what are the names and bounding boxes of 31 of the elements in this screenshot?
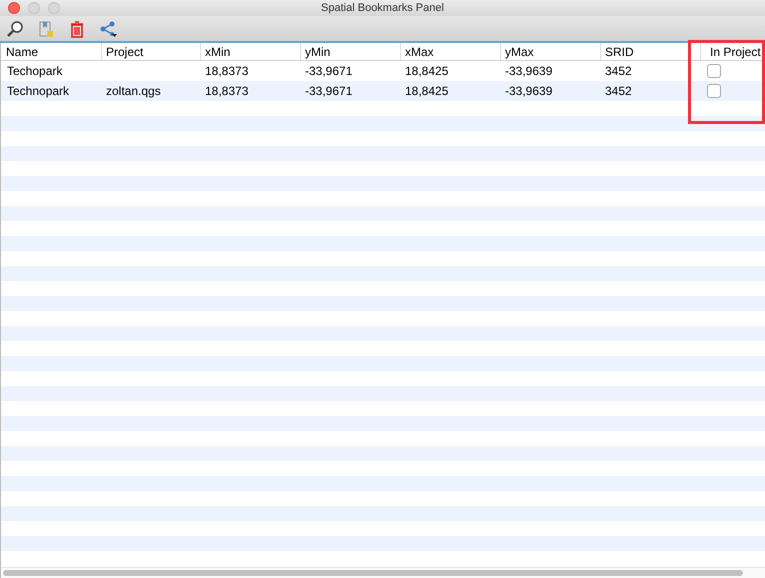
zoom-button[interactable] bbox=[48, 2, 60, 14]
checkbox[interactable] bbox=[707, 64, 721, 78]
table-cell: -33,9671 bbox=[305, 84, 352, 98]
column-header[interactable]: yMin bbox=[300, 43, 400, 60]
table-cell: zoltan.qgs bbox=[106, 84, 161, 98]
table-cell: 18,8425 bbox=[405, 64, 448, 78]
table-cell: 18,8425 bbox=[405, 84, 448, 98]
share-icon[interactable] bbox=[98, 18, 118, 38]
table-cell: 3452 bbox=[605, 64, 632, 78]
table-cell: -33,9639 bbox=[505, 64, 552, 78]
column-header[interactable]: Project bbox=[101, 43, 200, 60]
close-button[interactable] bbox=[8, 2, 20, 14]
zoom-icon[interactable] bbox=[5, 18, 25, 38]
table-row[interactable]: Technopark zoltan.qgs 18,8373 -33,9671 18,8425 -33,9639 3452 bbox=[1, 81, 765, 101]
table-cell: -33,9671 bbox=[305, 64, 352, 78]
table-cell: 18,8373 bbox=[205, 84, 248, 98]
column-header[interactable]: SRID bbox=[600, 43, 700, 60]
checkbox[interactable] bbox=[707, 84, 721, 98]
table-cell: 18,8373 bbox=[205, 64, 248, 78]
column-header[interactable]: xMin bbox=[200, 43, 300, 60]
column-header[interactable]: Name bbox=[1, 43, 101, 60]
minimize-button[interactable] bbox=[28, 2, 40, 14]
scrollbar[interactable] bbox=[1, 567, 765, 578]
window-title: Spatial Bookmarks Panel bbox=[321, 0, 444, 16]
table-cell: -33,9639 bbox=[505, 84, 552, 98]
table-cell: Techopark bbox=[7, 64, 62, 78]
column-header[interactable]: In Project bbox=[700, 43, 765, 60]
column-header[interactable]: xMax bbox=[400, 43, 500, 60]
table-cell: 3452 bbox=[605, 84, 632, 98]
column-header[interactable]: yMax bbox=[500, 43, 600, 60]
table-cell: Technopark bbox=[7, 84, 70, 98]
